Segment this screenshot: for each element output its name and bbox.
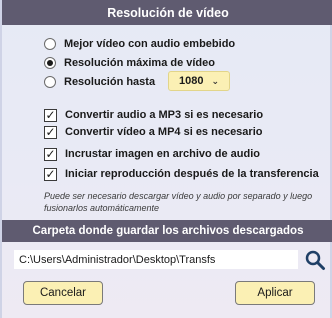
search-icon xyxy=(305,250,325,270)
checkbox[interactable]: ✓ xyxy=(44,167,57,181)
checkbox-convert-video-mp4[interactable]: ✓ Convertir vídeo a MP4 si es necesario xyxy=(44,124,262,140)
radio-label: Mejor vídeo con audio embebido xyxy=(64,38,236,50)
resolution-value: 1080 xyxy=(178,75,204,87)
checkbox-label: Iniciar reproducción después de la trans… xyxy=(65,168,319,180)
checkbox-embed-image[interactable]: ✓ Incrustar imagen en archivo de audio xyxy=(44,146,260,162)
radio-max-video-resolution[interactable]: Resolución máxima de vídeo xyxy=(44,55,215,71)
panel-title: Resolución de vídeo xyxy=(2,0,332,25)
checkmark-icon: ✓ xyxy=(45,125,56,139)
checkmark-icon: ✓ xyxy=(45,167,56,181)
checkbox-label: Convertir vídeo a MP4 si es necesario xyxy=(65,126,263,138)
checkbox[interactable]: ✓ xyxy=(44,147,57,161)
apply-button[interactable]: Aplicar xyxy=(235,281,315,305)
chevron-down-icon: ⌄ xyxy=(211,75,220,86)
radio-label: Resolución máxima de vídeo xyxy=(64,57,215,69)
radio-best-video-with-audio[interactable]: Mejor vídeo con audio embebido xyxy=(44,36,235,52)
checkbox[interactable]: ✓ xyxy=(44,125,57,139)
resolution-select[interactable]: 1080 ⌄ xyxy=(168,71,230,91)
radio-resolution-up-to[interactable]: Resolución hasta xyxy=(44,74,155,90)
folder-section-title: Carpeta donde guardar los archivos desca… xyxy=(2,220,332,242)
merge-note: Puede ser necesario descargar vídeo y au… xyxy=(44,191,313,213)
checkmark-icon: ✓ xyxy=(45,108,56,122)
checkbox-start-playback[interactable]: ✓ Iniciar reproducción después de la tra… xyxy=(44,166,319,182)
cancel-button[interactable]: Cancelar xyxy=(23,281,103,305)
radio-button[interactable] xyxy=(44,76,56,88)
checkbox-label: Convertir audio a MP3 si es necesario xyxy=(65,109,264,121)
radio-button[interactable] xyxy=(44,38,56,50)
browse-folder-button[interactable] xyxy=(304,249,326,271)
checkbox[interactable]: ✓ xyxy=(44,108,57,122)
checkmark-icon: ✓ xyxy=(45,147,56,161)
checkbox-convert-audio-mp3[interactable]: ✓ Convertir audio a MP3 si es necesario xyxy=(44,107,263,123)
video-resolution-panel: Resolución de vídeo Mejor vídeo con audi… xyxy=(0,0,332,318)
radio-label: Resolución hasta xyxy=(64,76,156,88)
radio-button[interactable] xyxy=(44,57,56,69)
checkbox-label: Incrustar imagen en archivo de audio xyxy=(65,148,260,160)
radio-selected-dot xyxy=(47,60,53,66)
download-folder-path-input[interactable]: C:\Users\Administrador\Desktop\Transfs xyxy=(14,250,298,269)
